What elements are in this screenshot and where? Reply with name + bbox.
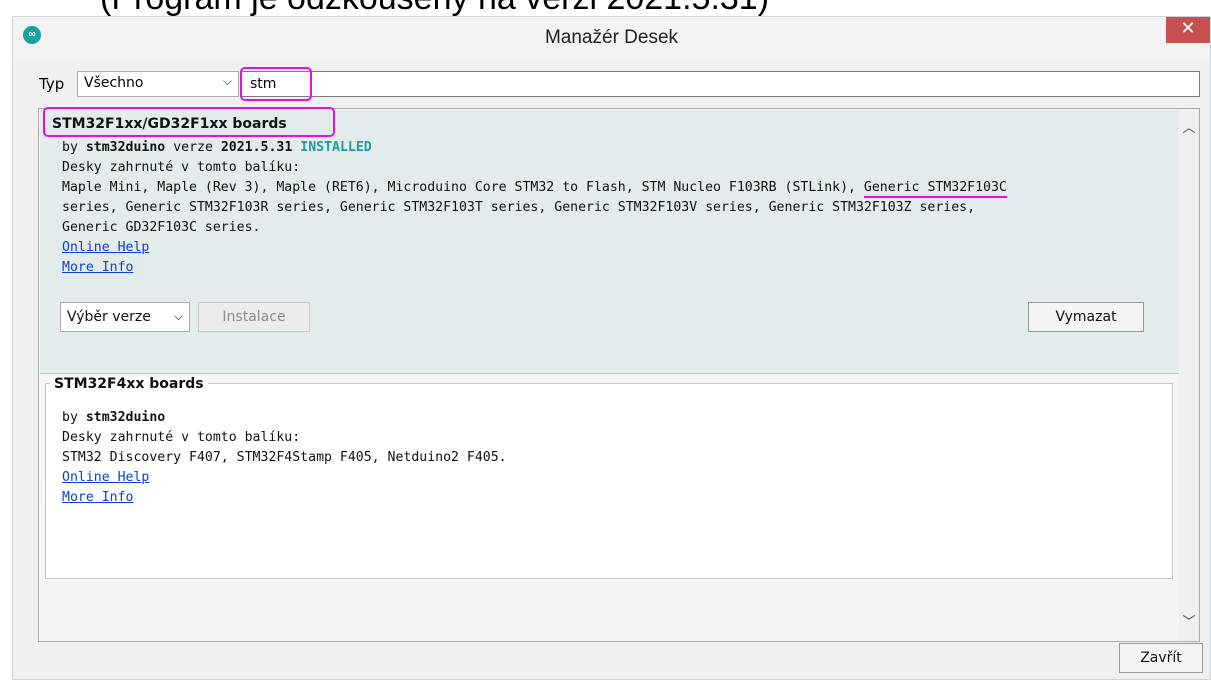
chevron-down-icon[interactable]: ﹀ xyxy=(1179,613,1199,633)
package-meta-line: by stm32duino xyxy=(62,408,165,428)
version-select-label: Výběr verze xyxy=(67,309,151,325)
status-badge: INSTALLED xyxy=(300,140,372,155)
boards-label: Desky zahrnuté v tomto balíku: xyxy=(62,160,301,175)
package-item-stm32f4[interactable]: STM32F4xx boards by stm32duino Desky zah… xyxy=(45,376,1173,579)
boards-line-3: Generic GD32F103C series. xyxy=(62,220,261,235)
more-info-link[interactable]: More Info xyxy=(62,258,133,278)
package-list[interactable]: STM32F1xx/GD32F1xx boards by stm32duino … xyxy=(38,107,1200,642)
more-info-link[interactable]: More Info xyxy=(62,488,133,508)
version-select[interactable]: Výběr verze ⌵ xyxy=(60,302,190,332)
type-select[interactable]: Všechno ⌵ xyxy=(77,71,239,97)
boards-line-1: Maple Mini, Maple (Rev 3), Maple (RET6),… xyxy=(62,178,1007,198)
by-text: by xyxy=(62,410,78,425)
package-meta-line: by stm32duino verze 2021.5.31 INSTALLED xyxy=(62,138,372,158)
board-manager-window: ∞ Manažér Desek ✕ Typ Všechno ⌵ STM32F1x… xyxy=(12,16,1211,680)
type-label: Typ xyxy=(39,75,65,93)
close-button[interactable]: Zavřít xyxy=(1119,643,1203,673)
boards-line-2: series, Generic STM32F103R series, Gener… xyxy=(62,200,976,215)
search-input[interactable] xyxy=(241,71,1200,97)
version-text: 2021.5.31 xyxy=(220,140,293,155)
online-help-link[interactable]: Online Help xyxy=(62,468,149,488)
version-label: verze xyxy=(173,140,213,155)
search-highlight-annotation xyxy=(240,67,312,101)
chevron-down-icon: ⌵ xyxy=(173,309,183,323)
online-help-link[interactable]: Online Help xyxy=(62,238,149,258)
title-bar: ∞ Manažér Desek ✕ xyxy=(13,17,1210,61)
package-title-highlight-annotation xyxy=(43,107,335,137)
chevron-down-icon: ⌵ xyxy=(222,74,232,88)
author-text: stm32duino xyxy=(85,410,166,425)
boards-label: Desky zahrnuté v tomto balíku: xyxy=(62,430,301,445)
remove-button[interactable]: Vymazat xyxy=(1028,302,1144,332)
close-icon[interactable]: ✕ xyxy=(1166,17,1210,43)
chevron-up-icon[interactable]: ︿ xyxy=(1179,119,1199,139)
package-title: STM32F4xx boards xyxy=(50,376,208,392)
author-text: stm32duino xyxy=(85,140,166,155)
window-title: Manažér Desek xyxy=(544,27,679,48)
type-select-value: Všechno xyxy=(84,75,144,91)
install-button[interactable]: Instalace xyxy=(198,302,310,332)
boards-line-1: STM32 Discovery F407, STM32F4Stamp F405,… xyxy=(62,450,507,465)
boards-highlight: Generic STM32F103C xyxy=(863,180,1007,198)
by-text: by xyxy=(62,140,78,155)
package-item-stm32f1[interactable]: STM32F1xx/GD32F1xx boards by stm32duino … xyxy=(40,110,1179,374)
scrollbar[interactable]: ︿ ﹀ xyxy=(1179,109,1199,641)
boards-text: Maple Mini, Maple (Rev 3), Maple (RET6),… xyxy=(62,180,856,195)
